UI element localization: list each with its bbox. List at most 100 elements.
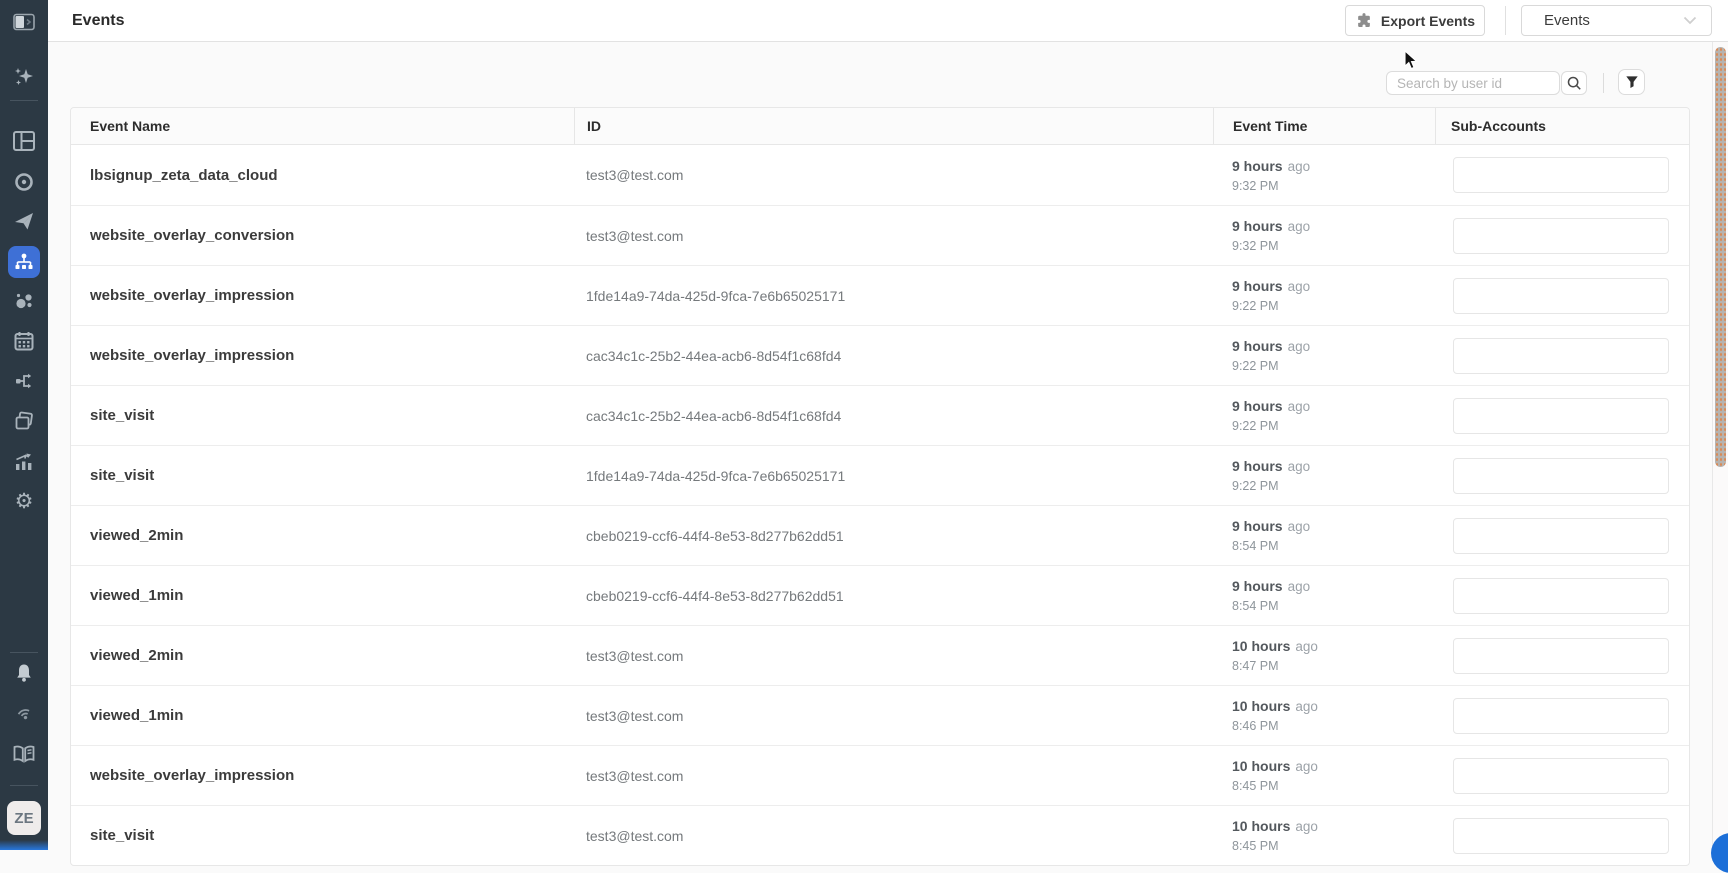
- sidebar-item-events-active[interactable]: [8, 246, 40, 278]
- target-icon[interactable]: [0, 168, 48, 196]
- gear-icon[interactable]: ⚙: [0, 487, 48, 515]
- top-header: Events Export Events Events: [48, 0, 1728, 42]
- relative-time: 10 hours: [1232, 698, 1290, 714]
- event-id-cell: test3@test.com: [574, 708, 1213, 724]
- absolute-time: 8:54 PM: [1232, 599, 1435, 613]
- column-header-id[interactable]: ID: [574, 108, 1213, 144]
- table-row[interactable]: website_overlay_impression cac34c1c-25b2…: [71, 325, 1689, 385]
- bubbles-icon[interactable]: [0, 287, 48, 315]
- event-id-cell: test3@test.com: [574, 167, 1213, 183]
- event-name-cell: viewed_1min: [71, 707, 574, 724]
- absolute-time: 8:47 PM: [1232, 659, 1435, 673]
- sub-accounts-cell: [1435, 338, 1689, 374]
- panel-toggle-icon[interactable]: [0, 8, 48, 36]
- search-input[interactable]: [1386, 71, 1560, 95]
- sub-account-box: [1453, 758, 1669, 794]
- signal-icon[interactable]: [0, 699, 48, 727]
- sub-accounts-cell: [1435, 458, 1689, 494]
- column-header-event-time[interactable]: Event Time: [1213, 108, 1435, 144]
- event-time-cell: 9 hoursago 9:22 PM: [1213, 458, 1435, 493]
- sub-account-box: [1453, 818, 1669, 854]
- event-id-cell: 1fde14a9-74da-425d-9fca-7e6b65025171: [574, 468, 1213, 484]
- absolute-time: 9:22 PM: [1232, 479, 1435, 493]
- scrollbar-track[interactable]: [1712, 42, 1728, 850]
- toolbar-divider: [1603, 73, 1604, 93]
- table-row[interactable]: viewed_1min test3@test.com 10 hoursago 8…: [71, 685, 1689, 745]
- ago-label: ago: [1295, 819, 1318, 834]
- layers-icon[interactable]: [0, 407, 48, 435]
- event-name-cell: website_overlay_conversion: [71, 227, 574, 244]
- event-id-cell: cbeb0219-ccf6-44f4-8e53-8d277b62dd51: [574, 528, 1213, 544]
- chart-growth-icon[interactable]: [0, 448, 48, 476]
- header-divider: [1505, 6, 1506, 35]
- absolute-time: 9:22 PM: [1232, 359, 1435, 373]
- absolute-time: 9:22 PM: [1232, 419, 1435, 433]
- puzzle-icon: [1355, 12, 1373, 30]
- event-time-cell: 9 hoursago 9:22 PM: [1213, 398, 1435, 433]
- event-time-cell: 9 hoursago 9:22 PM: [1213, 338, 1435, 373]
- send-icon[interactable]: [0, 207, 48, 235]
- relative-time: 10 hours: [1232, 818, 1290, 834]
- avatar[interactable]: ZE: [7, 801, 41, 835]
- sub-accounts-cell: [1435, 578, 1689, 614]
- calendar-icon[interactable]: [0, 327, 48, 355]
- sub-account-box: [1453, 278, 1669, 314]
- view-selector-dropdown[interactable]: Events: [1521, 5, 1712, 36]
- table-row[interactable]: viewed_1min cbeb0219-ccf6-44f4-8e53-8d27…: [71, 565, 1689, 625]
- sub-accounts-cell: [1435, 157, 1689, 193]
- sub-account-box: [1453, 518, 1669, 554]
- search-button[interactable]: [1561, 71, 1587, 95]
- column-header-sub-accounts[interactable]: Sub-Accounts: [1435, 108, 1689, 144]
- relative-time: 9 hours: [1232, 398, 1283, 414]
- filter-icon: [1625, 75, 1639, 89]
- branch-icon[interactable]: [0, 367, 48, 395]
- sub-accounts-cell: [1435, 818, 1689, 854]
- table-row[interactable]: website_overlay_impression 1fde14a9-74da…: [71, 265, 1689, 325]
- table-row[interactable]: site_visit cac34c1c-25b2-44ea-acb6-8d54f…: [71, 385, 1689, 445]
- ago-label: ago: [1295, 759, 1318, 774]
- event-name-cell: website_overlay_impression: [71, 287, 574, 304]
- filter-button[interactable]: [1618, 69, 1645, 95]
- table-row[interactable]: website_overlay_impression test3@test.co…: [71, 745, 1689, 805]
- table-row[interactable]: viewed_2min test3@test.com 10 hoursago 8…: [71, 625, 1689, 685]
- sidebar-divider: [10, 785, 38, 786]
- avatar-initials: ZE: [14, 810, 33, 827]
- sitemap-icon: [13, 251, 35, 273]
- sub-account-box: [1453, 157, 1669, 193]
- sparkles-icon[interactable]: [0, 63, 48, 91]
- bell-icon[interactable]: [0, 659, 48, 687]
- event-name-cell: lbsignup_zeta_data_cloud: [71, 167, 574, 184]
- table-row[interactable]: lbsignup_zeta_data_cloud test3@test.com …: [71, 145, 1689, 205]
- relative-time: 9 hours: [1232, 338, 1283, 354]
- event-id-cell: test3@test.com: [574, 228, 1213, 244]
- sub-accounts-cell: [1435, 278, 1689, 314]
- sub-account-box: [1453, 398, 1669, 434]
- table-row[interactable]: viewed_2min cbeb0219-ccf6-44f4-8e53-8d27…: [71, 505, 1689, 565]
- relative-time: 9 hours: [1232, 218, 1283, 234]
- export-events-label: Export Events: [1381, 13, 1475, 29]
- export-events-button[interactable]: Export Events: [1345, 5, 1485, 36]
- event-id-cell: cac34c1c-25b2-44ea-acb6-8d54f1c68fd4: [574, 348, 1213, 364]
- boards-icon[interactable]: [0, 127, 48, 155]
- event-name-cell: site_visit: [71, 827, 574, 844]
- sub-accounts-cell: [1435, 518, 1689, 554]
- event-time-cell: 9 hoursago 8:54 PM: [1213, 518, 1435, 553]
- table-row[interactable]: site_visit 1fde14a9-74da-425d-9fca-7e6b6…: [71, 445, 1689, 505]
- book-icon[interactable]: [0, 740, 48, 768]
- sub-accounts-cell: [1435, 698, 1689, 734]
- relative-time: 9 hours: [1232, 278, 1283, 294]
- event-name-cell: viewed_2min: [71, 527, 574, 544]
- sub-account-box: [1453, 698, 1669, 734]
- scrollbar-thumb[interactable]: [1715, 47, 1726, 467]
- table-row[interactable]: site_visit test3@test.com 10 hoursago 8:…: [71, 805, 1689, 865]
- event-name-cell: site_visit: [71, 467, 574, 484]
- relative-time: 10 hours: [1232, 758, 1290, 774]
- event-name-cell: website_overlay_impression: [71, 347, 574, 364]
- event-time-cell: 10 hoursago 8:47 PM: [1213, 638, 1435, 673]
- event-time-cell: 9 hoursago 9:32 PM: [1213, 218, 1435, 253]
- event-time-cell: 9 hoursago 9:22 PM: [1213, 278, 1435, 313]
- table-row[interactable]: website_overlay_conversion test3@test.co…: [71, 205, 1689, 265]
- view-selector-value: Events: [1544, 12, 1683, 29]
- absolute-time: 9:22 PM: [1232, 299, 1435, 313]
- column-header-event-name[interactable]: Event Name: [71, 108, 574, 144]
